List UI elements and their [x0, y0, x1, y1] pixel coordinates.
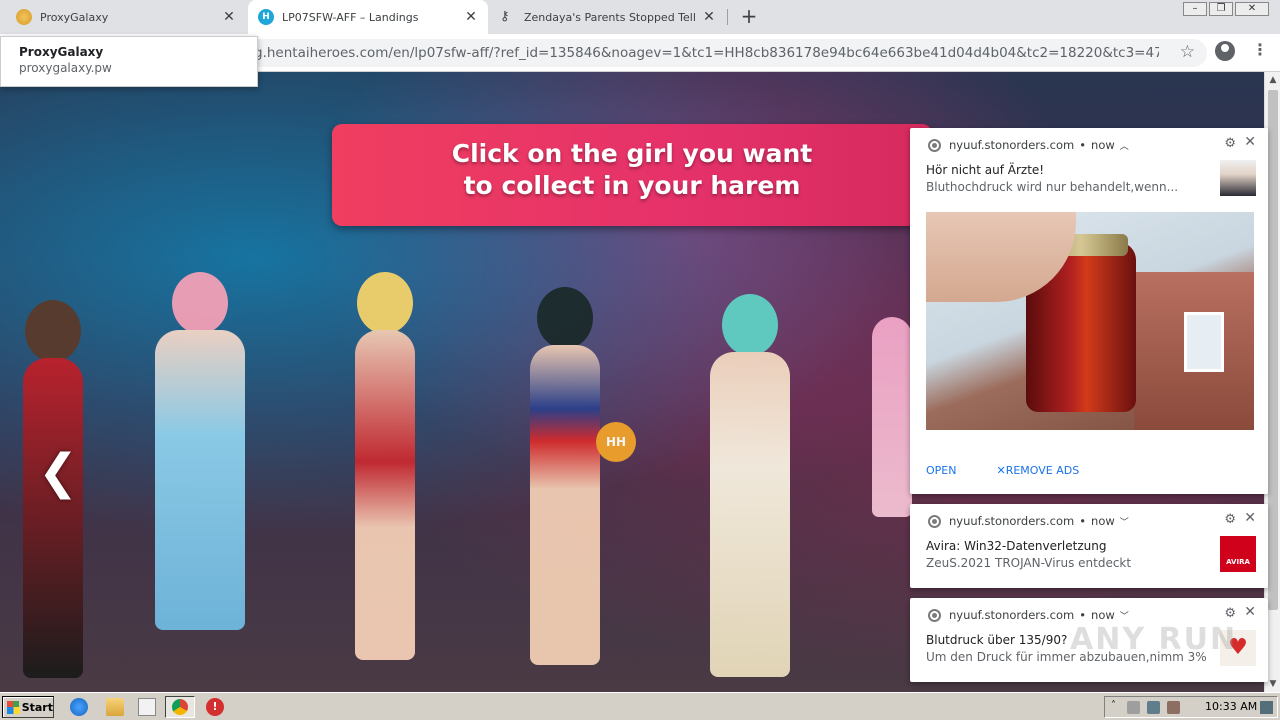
windows-logo-icon — [7, 700, 20, 714]
open-button[interactable]: OPEN — [926, 464, 956, 477]
alert-app-icon[interactable]: ! — [206, 698, 224, 716]
x-icon: ✕ — [996, 464, 1006, 477]
notification-source: nyuuf.stonorders.com — [949, 138, 1075, 152]
notification-title: Avira: Win32-Datenverletzung — [926, 539, 1107, 553]
url-text[interactable]: g.hentaiheroes.com/en/lp07sfw-aff/?ref_i… — [254, 45, 1159, 61]
notification-source-row: nyuuf.stonorders.com • now ︿ — [928, 138, 1129, 152]
chrome-icon — [928, 608, 941, 622]
notification-thumbnail — [1220, 160, 1256, 196]
media-player-icon[interactable] — [138, 698, 156, 716]
scroll-up-arrow-icon[interactable]: ▲ — [1265, 72, 1280, 88]
notification-source: nyuuf.stonorders.com — [949, 514, 1075, 528]
network-icon[interactable] — [1147, 701, 1160, 714]
notification-source-row: nyuuf.stonorders.com • now ﹀ — [928, 514, 1129, 528]
new-tab-button[interactable]: + — [737, 5, 761, 29]
notification-time: now — [1091, 514, 1115, 528]
tab-title: LP07SFW-AFF – Landings — [282, 10, 419, 24]
tab-title: ProxyGalaxy — [40, 10, 109, 24]
notification-body: ZeuS.2021 TROJAN-Virus entdeckt — [926, 556, 1132, 570]
address-bar[interactable]: g.hentaiheroes.com/en/lp07sfw-aff/?ref_i… — [232, 39, 1207, 67]
scroll-thumb[interactable] — [1268, 90, 1278, 610]
notification-time: now — [1091, 138, 1115, 152]
gear-icon[interactable]: ⚙ — [1224, 512, 1236, 527]
banner-line-2: to collect in your harem — [463, 171, 801, 200]
restore-button[interactable]: ❐ — [1209, 2, 1233, 16]
minimize-button[interactable]: – — [1183, 2, 1207, 16]
chrome-icon — [928, 138, 941, 152]
internet-explorer-icon[interactable] — [70, 698, 88, 716]
close-icon[interactable]: ✕ — [1244, 134, 1256, 150]
hovercard-title: ProxyGalaxy — [19, 45, 104, 59]
tab-title: Zendaya's Parents Stopped Telling H — [524, 10, 696, 24]
notification-actions: OPEN ✕REMOVE ADS — [926, 464, 1079, 477]
gear-icon[interactable]: ⚙ — [1224, 606, 1236, 621]
hovercard-url: proxygalaxy.pw — [19, 61, 112, 75]
screen: ProxyGalaxy ✕ H LP07SFW-AFF – Landings ✕… — [0, 0, 1280, 720]
start-label: Start — [21, 700, 53, 714]
close-icon[interactable]: ✕ — [222, 9, 236, 25]
flag-icon[interactable] — [1167, 701, 1180, 714]
tab-proxygalaxy[interactable]: ProxyGalaxy ✕ — [6, 0, 246, 34]
key-icon: ⚷ — [500, 9, 510, 24]
banner-line-1: Click on the girl you want — [451, 139, 813, 168]
chrome-taskbar-icon — [172, 699, 188, 715]
character-blonde[interactable] — [335, 272, 435, 692]
profile-avatar-icon[interactable] — [1215, 41, 1235, 61]
notification-1[interactable]: nyuuf.stonorders.com • now ︿ ⚙ ✕ Hör nic… — [910, 128, 1268, 494]
chrome-icon — [928, 514, 941, 528]
tab-landings[interactable]: H LP07SFW-AFF – Landings ✕ — [248, 0, 488, 34]
tray-expand-icon[interactable]: ˄ — [1111, 700, 1124, 713]
notification-2[interactable]: nyuuf.stonorders.com • now ﹀ ⚙ ✕ Avira: … — [910, 504, 1268, 588]
notification-source: nyuuf.stonorders.com — [949, 608, 1075, 622]
clock[interactable]: 10:33 AM — [1205, 700, 1257, 713]
character-flag-bikini[interactable]: HH — [500, 287, 636, 687]
notification-image-jar — [926, 212, 1254, 430]
character-priestess[interactable] — [690, 294, 810, 689]
notification-3[interactable]: nyuuf.stonorders.com • now ﹀ ⚙ ✕ Blutdru… — [910, 598, 1268, 682]
start-button[interactable]: Start — [2, 696, 54, 718]
notification-source-row: nyuuf.stonorders.com • now ﹀ — [928, 608, 1129, 622]
hentaiheroes-favicon-icon: H — [258, 9, 274, 25]
menu-kebab-icon[interactable]: ⋮ — [1252, 40, 1268, 59]
proxygalaxy-favicon-icon — [16, 9, 32, 25]
close-icon[interactable]: ✕ — [1244, 510, 1256, 526]
close-window-button[interactable]: ✕ — [1235, 2, 1269, 16]
character-bunny[interactable] — [130, 272, 270, 672]
chevron-down-icon[interactable]: ﹀ — [1120, 609, 1129, 622]
close-icon[interactable]: ✕ — [464, 9, 478, 25]
remove-ads-button[interactable]: ✕REMOVE ADS — [996, 464, 1079, 477]
avira-logo-icon: AVIRA — [1220, 536, 1256, 572]
taskbar: Start ! ˄ 10:33 AM — [0, 692, 1280, 720]
notification-title: Hör nicht auf Ärzte! — [926, 163, 1045, 177]
watermark: ANY RUN — [1070, 622, 1238, 657]
close-icon[interactable]: ✕ — [1244, 604, 1256, 620]
character-partial-right[interactable] — [872, 297, 912, 517]
volume-icon[interactable] — [1127, 701, 1140, 714]
hh-ball: HH — [596, 422, 636, 462]
bookmark-star-icon[interactable]: ☆ — [1180, 42, 1195, 62]
tab-strip: ProxyGalaxy ✕ H LP07SFW-AFF – Landings ✕… — [0, 0, 1280, 34]
tab-hover-card: ProxyGalaxy proxygalaxy.pw — [0, 36, 258, 87]
carousel-prev-icon[interactable]: ❮ — [38, 444, 78, 500]
taskbar-chrome-active[interactable] — [165, 696, 195, 718]
notification-title: Blutdruck über 135/90? — [926, 633, 1068, 647]
folder-icon[interactable] — [106, 698, 124, 716]
instruction-banner: Click on the girl you want to collect in… — [332, 124, 932, 226]
close-icon[interactable]: ✕ — [702, 9, 716, 25]
chevron-up-icon[interactable]: ︿ — [1120, 139, 1129, 152]
banner-text: Click on the girl you want to collect in… — [432, 138, 832, 202]
system-tray: ˄ 10:33 AM — [1104, 696, 1278, 718]
notification-time: now — [1091, 608, 1115, 622]
notification-body: Bluthochdruck wird nur behandelt,wenn... — [926, 180, 1179, 194]
tab-separator — [727, 9, 728, 25]
gear-icon[interactable]: ⚙ — [1224, 136, 1236, 151]
show-desktop-icon[interactable] — [1260, 701, 1273, 714]
chevron-down-icon[interactable]: ﹀ — [1120, 515, 1129, 528]
tab-zendaya[interactable]: ⚷ Zendaya's Parents Stopped Telling H ✕ — [490, 0, 726, 34]
